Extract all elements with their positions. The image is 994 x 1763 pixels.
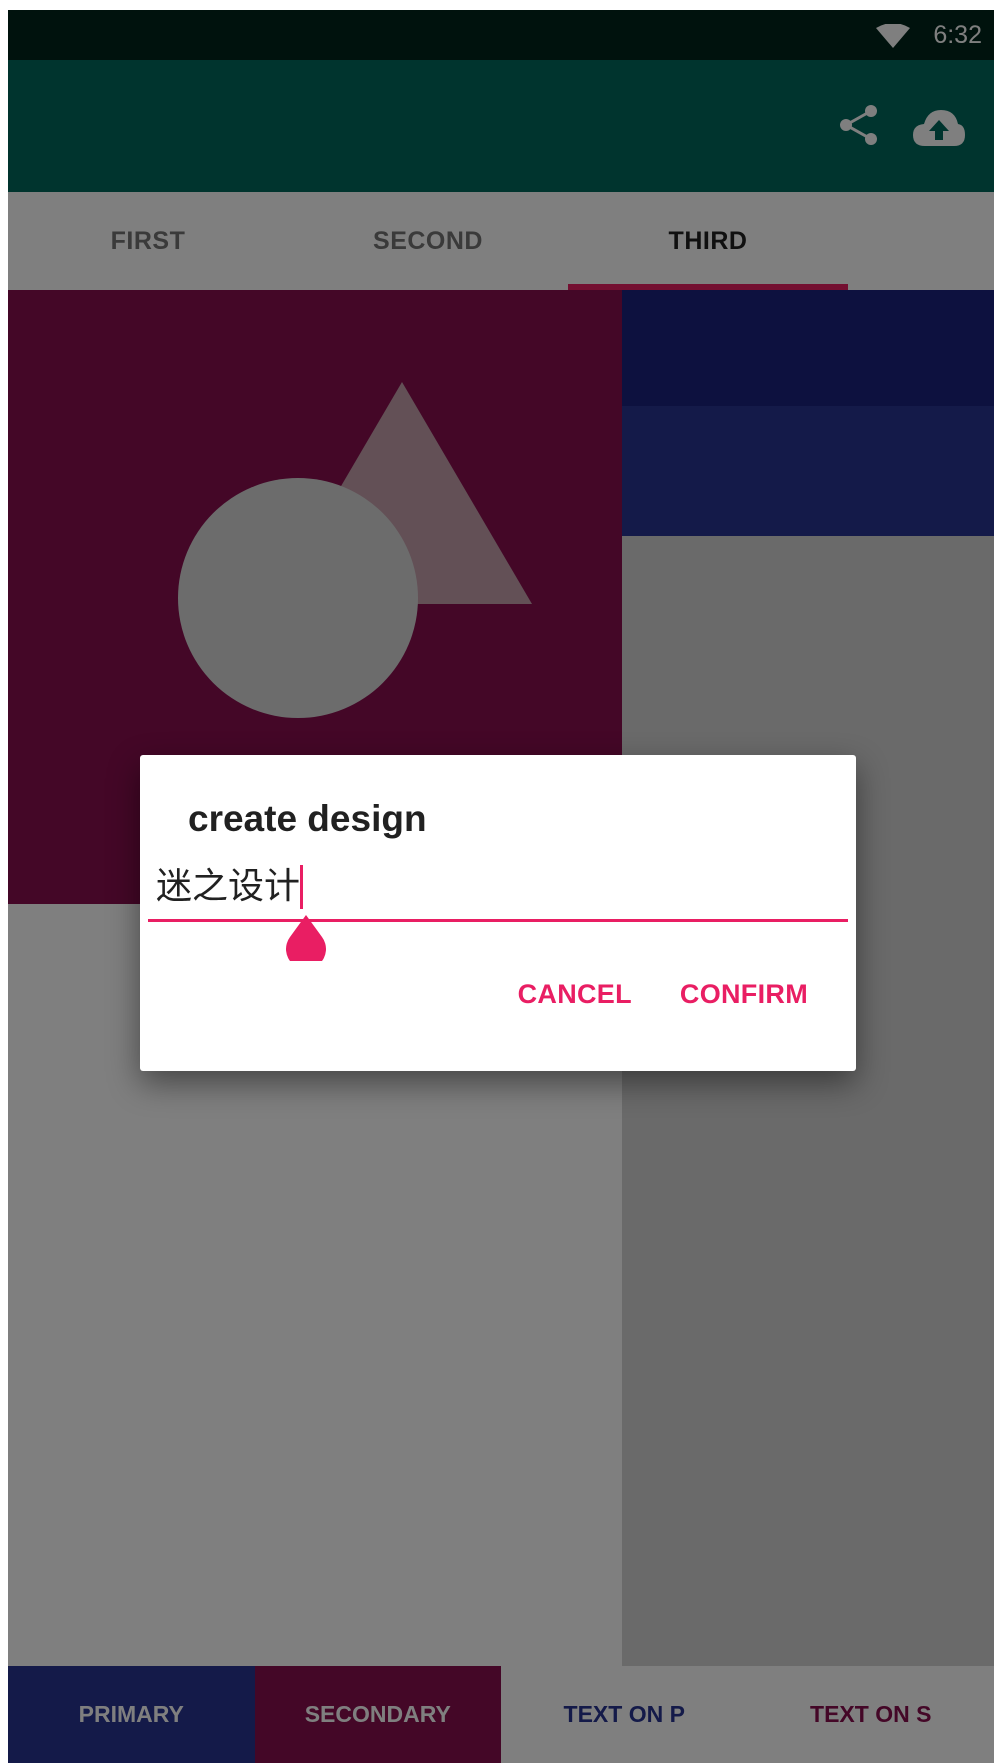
cancel-button[interactable]: CANCEL bbox=[518, 979, 632, 1010]
text-cursor bbox=[300, 865, 304, 909]
confirm-button[interactable]: CONFIRM bbox=[680, 979, 808, 1010]
input-value: 迷之设计 bbox=[156, 866, 301, 907]
input-underline bbox=[148, 919, 848, 922]
dialog-actions: CANCEL CONFIRM bbox=[518, 979, 808, 1010]
app-screen: 6:32 FIRST SECOND THIRD P bbox=[8, 10, 994, 1763]
cursor-handle-icon[interactable] bbox=[286, 915, 326, 961]
design-name-input[interactable]: 迷之设计 bbox=[156, 865, 844, 913]
create-design-dialog: create design 迷之设计 CANCEL CONFIRM bbox=[140, 755, 856, 1071]
dialog-title: create design bbox=[188, 798, 427, 839]
